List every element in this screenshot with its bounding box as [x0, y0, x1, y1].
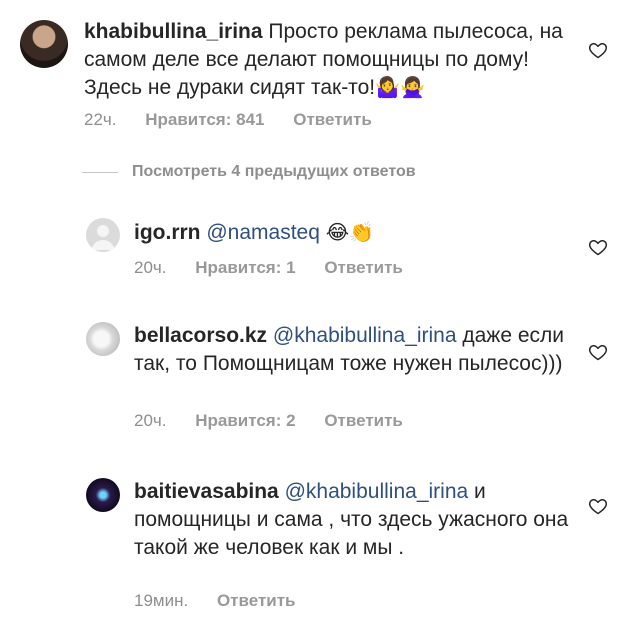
reply-button[interactable]: Ответить: [293, 110, 372, 129]
comment-username[interactable]: bellacorso.kz: [134, 324, 267, 347]
reply-button[interactable]: Ответить: [324, 411, 403, 430]
divider-line: [82, 171, 118, 173]
comment-timestamp: 22ч.: [84, 110, 117, 129]
comment-username[interactable]: baitievasabina: [134, 480, 279, 503]
mention-link[interactable]: @namasteq: [206, 221, 320, 244]
avatar[interactable]: [86, 478, 120, 512]
avatar[interactable]: [86, 322, 120, 356]
heart-outline-icon[interactable]: [588, 40, 608, 60]
comment-username[interactable]: khabibullina_irina: [84, 20, 263, 43]
comment-meta: 20ч. Нравится: 1 Ответить: [134, 258, 427, 278]
comment-meta: 22ч. Нравится: 841 Ответить: [84, 110, 396, 130]
view-previous-replies[interactable]: Посмотреть 4 предыдущих ответов: [82, 163, 416, 181]
like-count-button[interactable]: Нравится: 2: [195, 411, 295, 430]
comment-username[interactable]: igo.rrn: [134, 221, 201, 244]
default-user-icon: [91, 225, 115, 250]
comment-timestamp: 20ч.: [134, 411, 167, 430]
mention-link[interactable]: @khabibullina_irina: [285, 480, 469, 503]
comment-timestamp: 19мин.: [134, 591, 189, 610]
view-replies-label[interactable]: Посмотреть 4 предыдущих ответов: [132, 163, 416, 181]
reply-button[interactable]: Ответить: [217, 591, 296, 610]
like-count-button[interactable]: Нравится: 841: [145, 110, 264, 129]
comment-emojis: 😂👏: [325, 222, 375, 244]
heart-outline-icon[interactable]: [588, 237, 608, 257]
avatar[interactable]: [20, 20, 68, 68]
like-count-button[interactable]: Нравится: 1: [195, 258, 295, 277]
heart-outline-icon[interactable]: [588, 496, 608, 516]
heart-outline-icon[interactable]: [588, 342, 608, 362]
comment-meta: 19мин. Ответить: [134, 591, 320, 611]
avatar[interactable]: [86, 218, 120, 252]
mention-link[interactable]: @khabibullina_irina: [273, 324, 457, 347]
comment-emojis: 🤷‍♀️🙅‍♀️: [375, 77, 425, 99]
comment-timestamp: 20ч.: [134, 258, 167, 277]
reply-button[interactable]: Ответить: [324, 258, 403, 277]
comment-meta: 20ч. Нравится: 2 Ответить: [134, 411, 427, 431]
